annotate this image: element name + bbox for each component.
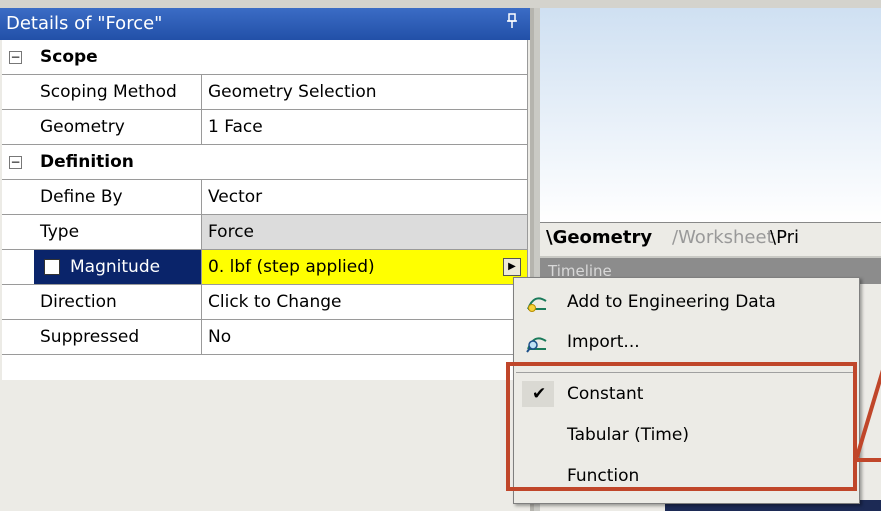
row-type[interactable]: Type Force xyxy=(2,215,528,250)
details-panel: Details of "Force" − Scope Scoping Metho… xyxy=(0,8,534,511)
scope-expander[interactable]: − xyxy=(2,40,34,75)
pin-icon-glyph xyxy=(507,13,517,28)
annotation-callout-line xyxy=(854,369,881,462)
pin-icon[interactable] xyxy=(505,8,519,40)
row-scoping-method[interactable]: Scoping Method Geometry Selection xyxy=(2,75,528,110)
collapse-icon[interactable]: − xyxy=(9,51,22,64)
row-indent xyxy=(2,75,34,110)
magnitude-label: Magnitude xyxy=(70,257,161,277)
row-define-by[interactable]: Define By Vector xyxy=(2,180,528,215)
prop-direction: Direction xyxy=(34,285,202,320)
prop-geometry: Geometry xyxy=(34,110,202,145)
row-indent xyxy=(2,110,34,145)
top-band xyxy=(0,0,881,8)
value-scoping-method[interactable]: Geometry Selection xyxy=(202,75,528,110)
prop-magnitude[interactable]: Magnitude xyxy=(34,250,202,285)
value-define-by[interactable]: Vector xyxy=(202,180,528,215)
view-tabs: \Geometry /Worksheet \Pri xyxy=(540,222,881,256)
row-indent xyxy=(2,215,34,250)
row-direction[interactable]: Direction Click to Change xyxy=(2,285,528,320)
value-direction[interactable]: Click to Change xyxy=(202,285,528,320)
row-geometry[interactable]: Geometry 1 Face xyxy=(2,110,528,145)
prop-suppressed: Suppressed xyxy=(34,320,202,355)
scope-label: Scope xyxy=(34,40,528,75)
menu-label: Import... xyxy=(567,332,640,352)
import-icon xyxy=(526,337,547,353)
category-scope[interactable]: − Scope xyxy=(2,40,528,75)
tab-print-preview[interactable]: \Pri xyxy=(770,223,799,253)
menu-item-add-engineering-data[interactable]: Add to Engineering Data xyxy=(514,283,859,321)
value-geometry[interactable]: 1 Face xyxy=(202,110,528,145)
prop-define-by: Define By xyxy=(34,180,202,215)
details-grid: − Scope Scoping Method Geometry Selectio… xyxy=(2,40,528,380)
prop-scoping-method: Scoping Method xyxy=(34,75,202,110)
row-suppressed[interactable]: Suppressed No xyxy=(2,320,528,355)
annotation-highlight-box xyxy=(506,362,857,491)
row-indent xyxy=(2,285,34,320)
panel-title: Details of "Force" xyxy=(0,8,531,40)
value-magnitude[interactable]: 0. lbf (step applied) ▶ xyxy=(202,250,528,285)
value-type: Force xyxy=(202,215,528,250)
category-definition[interactable]: − Definition xyxy=(2,145,528,180)
collapse-icon[interactable]: − xyxy=(9,156,22,169)
row-indent xyxy=(2,180,34,215)
definition-label: Definition xyxy=(34,145,528,180)
row-indent xyxy=(2,250,34,285)
row-magnitude[interactable]: Magnitude 0. lbf (step applied) ▶ xyxy=(2,250,528,285)
menu-item-import[interactable]: Import... xyxy=(514,323,859,361)
row-indent xyxy=(2,320,34,355)
menu-label: Add to Engineering Data xyxy=(567,292,776,312)
tab-worksheet[interactable]: /Worksheet xyxy=(672,223,774,253)
engineering-data-icon xyxy=(527,297,547,312)
magnitude-value[interactable]: 0. lbf (step applied) xyxy=(208,257,375,277)
value-suppressed[interactable]: No xyxy=(202,320,528,355)
prop-type: Type xyxy=(34,215,202,250)
tab-geometry[interactable]: \Geometry xyxy=(546,223,652,253)
graphics-viewport[interactable] xyxy=(540,8,881,222)
flyout-arrow-icon[interactable]: ▶ xyxy=(503,258,521,276)
parameter-checkbox[interactable] xyxy=(44,259,60,275)
definition-expander[interactable]: − xyxy=(2,145,34,180)
panel-title-text: Details of "Force" xyxy=(6,13,163,34)
